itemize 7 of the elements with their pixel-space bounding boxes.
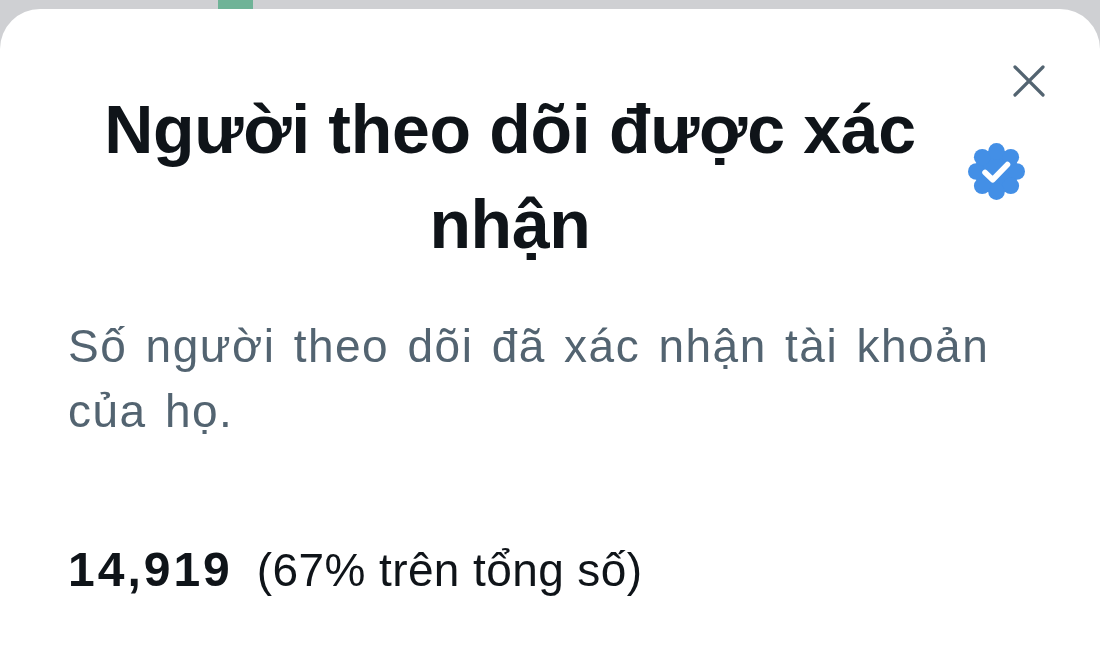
share-of-total: (67% trên tổng số) [256, 543, 643, 598]
verified-badge-icon [968, 143, 1025, 200]
close-icon [1013, 65, 1045, 97]
dialog-description: Số người theo dõi đã xác nhận tài khoản của họ. [68, 319, 991, 439]
background-block [218, 0, 253, 9]
verified-follower-count: 14,919 [68, 542, 233, 598]
dialog-title: Người theo dõi được xác nhận [103, 90, 917, 264]
